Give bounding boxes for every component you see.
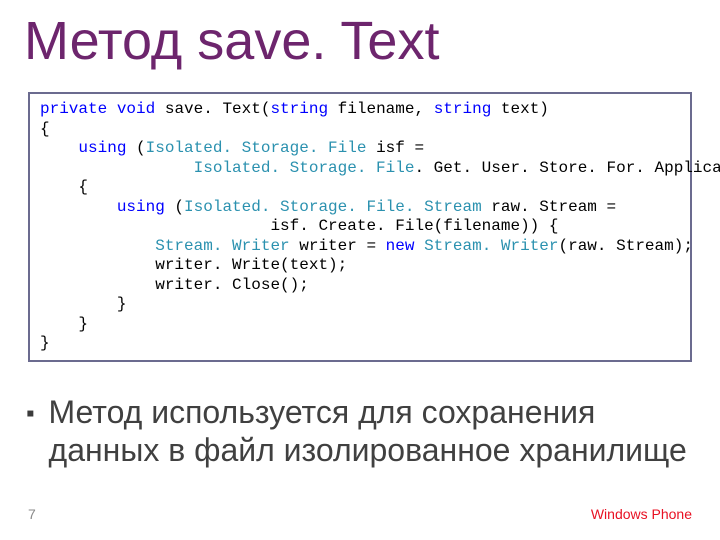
page-number: 7	[28, 506, 36, 522]
bullet-item: ▪ Метод используется для сохранения данн…	[26, 394, 698, 470]
slide-title: Метод save. Text	[24, 14, 439, 68]
bullet-marker-icon: ▪	[26, 400, 35, 429]
bullet-text: Метод используется для сохранения данных…	[49, 394, 698, 470]
code-box: private void save. Text(string filename,…	[28, 92, 692, 362]
slide: Метод save. Text private void save. Text…	[0, 0, 720, 540]
bullet-list: ▪ Метод используется для сохранения данн…	[26, 394, 698, 470]
brand-label: Windows Phone	[591, 506, 692, 522]
code-content: private void save. Text(string filename,…	[40, 100, 680, 354]
